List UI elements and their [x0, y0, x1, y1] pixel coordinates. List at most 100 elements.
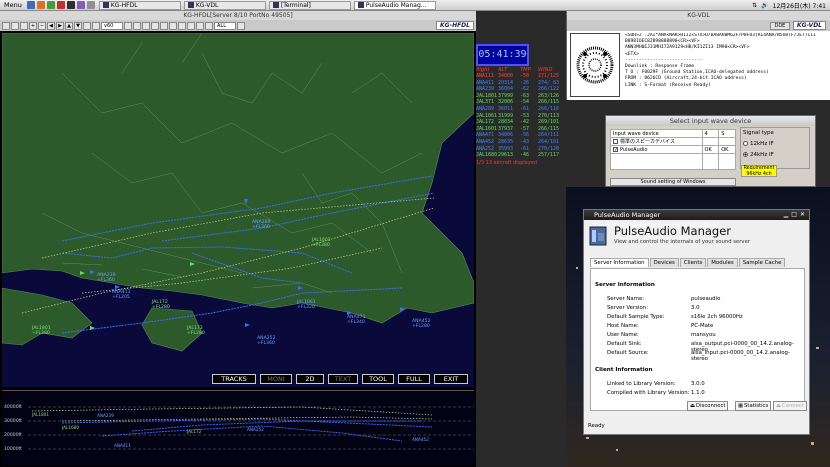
map-label-ana289-fl: +FL360 [252, 224, 270, 230]
grid-icon[interactable] [124, 21, 132, 30]
list-icon[interactable] [178, 21, 186, 30]
flight-row[interactable]: ANA111 34000 -58 271/125 [476, 73, 561, 80]
tab-server-information[interactable]: Server Information [590, 258, 649, 267]
tab-devices[interactable]: Devices [649, 258, 679, 267]
task-pulseaudio[interactable]: PulseAudio Manag... [353, 0, 436, 10]
exit-button[interactable]: EXIT [434, 374, 468, 384]
device-checkbox[interactable] [613, 146, 618, 152]
flight-tmp: -26 [520, 79, 530, 86]
right-arrow-icon[interactable]: ▶ [56, 21, 64, 30]
radio-24khz[interactable]: 24kHz IF [743, 152, 807, 158]
flight-row[interactable]: ANA471 34006 -56 264/111 [476, 132, 561, 139]
settings-launcher-icon[interactable] [76, 1, 85, 9]
disconnect-button[interactable]: ⏏ Disconnect [687, 401, 729, 411]
browser-launcher-icon[interactable] [26, 1, 35, 9]
flight-row[interactable]: ANA239 36004 -62 266/122 [476, 86, 561, 93]
flight-alt: 28635 [498, 138, 514, 145]
flight-row[interactable]: JAL1601 37937 -57 266/115 [476, 126, 561, 133]
refresh-icon[interactable] [92, 21, 100, 30]
flight-alt: 32006 [498, 99, 514, 106]
map-view[interactable]: ANA239 +FL360 JAL1801 +FL380 ANA411 +FL2… [2, 33, 474, 387]
info-icon[interactable] [187, 21, 195, 30]
zoom-out-icon[interactable]: − [38, 21, 46, 30]
save-icon[interactable] [11, 21, 19, 30]
flight-row[interactable]: JAL1801 37999 -63 263/126 [476, 93, 561, 100]
task-kg-hfdl[interactable]: KG-HFDL [98, 0, 181, 10]
flight-tmp: -57 [520, 125, 530, 132]
connect-button[interactable]: ⏏ Connect [773, 401, 807, 411]
track-icon[interactable] [142, 21, 150, 30]
moni-button[interactable]: MONI [260, 374, 292, 384]
text-button[interactable]: TEXT [328, 374, 358, 384]
flight-wind: 274/ 83 [538, 79, 560, 86]
map-icon[interactable] [169, 21, 177, 30]
desktop-launcher-icon[interactable] [86, 1, 95, 9]
server-version-value: 3.0 [691, 305, 700, 311]
table-row[interactable]: PulseAudio OK OK [610, 145, 736, 154]
flight-flight: JAL371 [476, 99, 495, 106]
files-launcher-icon[interactable] [46, 1, 55, 9]
flight-tmp: -63 [520, 92, 530, 99]
task-terminal[interactable]: [Terminal] [268, 0, 351, 10]
flight-row[interactable]: ANA411 20314 -26 274/ 83 [476, 80, 561, 87]
tab-modules[interactable]: Modules [707, 258, 738, 267]
flight-row[interactable]: JAL371 32006 -54 266/115 [476, 99, 561, 106]
flight-row[interactable]: JAL172 28034 -42 269/101 [476, 119, 561, 126]
up-arrow-icon[interactable]: ▲ [65, 21, 73, 30]
home-icon[interactable] [83, 21, 91, 30]
dde-button[interactable]: DDE [769, 21, 790, 30]
clear-icon[interactable] [205, 21, 213, 30]
open-icon[interactable] [2, 21, 10, 30]
level-select[interactable]: v60 [101, 21, 123, 30]
tracks-button[interactable]: TRACKS [212, 374, 256, 384]
map-label-ana471-fl: +FL320 [297, 304, 315, 310]
zoom-in-icon[interactable]: + [29, 21, 37, 30]
clock[interactable]: 12月26日(木) 7:41 [773, 1, 826, 10]
network-icon[interactable]: ⇅ [752, 2, 757, 9]
vdl-toolbar: DDE KG-VDL [567, 20, 830, 31]
statistics-button[interactable]: ▦ Statistics [735, 401, 772, 411]
label-icon[interactable] [133, 21, 141, 30]
flight-row[interactable]: ANA452 28635 -43 264/101 [476, 139, 561, 146]
firefox-launcher-icon[interactable] [36, 1, 45, 9]
tab-clients[interactable]: Clients [679, 258, 707, 267]
table-header: Input wave device 4 S [610, 129, 736, 138]
color-icon[interactable] [160, 21, 168, 30]
minimize-icon[interactable]: ▁ [784, 210, 789, 220]
tab-sample-cache[interactable]: Sample Cache [738, 258, 786, 267]
flight-alt: 20314 [498, 79, 514, 86]
tool-button[interactable]: TOOL [362, 374, 394, 384]
filter-select[interactable]: ALL [214, 21, 236, 30]
task-kg-vdl[interactable]: KG-VDL [183, 0, 266, 10]
vdl-title: KG-VDL [567, 11, 830, 20]
volume-icon[interactable]: 🔊 [761, 2, 768, 9]
menu-button[interactable]: Menu [0, 1, 26, 9]
radio-12khz[interactable]: 12kHz IF [743, 141, 807, 147]
close-icon[interactable]: ✕ [800, 210, 805, 220]
filter-icon[interactable] [151, 21, 159, 30]
flight-row[interactable]: JAL1061 31999 -53 270/113 [476, 113, 561, 120]
flight-flight: JAL1680 [476, 152, 498, 159]
flight-tmp: -42 [520, 119, 530, 126]
altitude-profile: 40000ft 30000ft 20000ft 10000ft JAL1801 … [2, 390, 474, 466]
2d-button[interactable]: 2D [296, 374, 324, 384]
left-arrow-icon[interactable]: ◀ [47, 21, 55, 30]
print-icon[interactable] [20, 21, 28, 30]
device-checkbox[interactable] [613, 139, 618, 144]
config-icon[interactable] [196, 21, 204, 30]
flight-row[interactable]: ANA252 35993 -61 270/120 [476, 146, 561, 153]
map-label-jal1061-fl: +FL280 [152, 304, 170, 310]
terminal-launcher-icon[interactable] [66, 1, 75, 9]
table-row[interactable]: 標準のスピーカデバイス [610, 137, 736, 146]
flight-wind: 266/122 [538, 86, 560, 93]
maximize-icon[interactable]: □ [791, 210, 797, 220]
stop-icon[interactable] [237, 21, 245, 30]
flight-tmp: -46 [520, 152, 530, 159]
app-launcher-icon[interactable] [56, 1, 65, 9]
full-button[interactable]: FULL [398, 374, 430, 384]
flight-row[interactable]: JAL1680 29613 -46 257/117 [476, 152, 561, 159]
flight-row[interactable]: ANA289 36011 -61 266/116 [476, 106, 561, 113]
sound-setting-button[interactable]: Sound setting of Windows [610, 178, 736, 186]
flight-wind: 264/101 [538, 138, 560, 145]
down-arrow-icon[interactable]: ▼ [74, 21, 82, 30]
